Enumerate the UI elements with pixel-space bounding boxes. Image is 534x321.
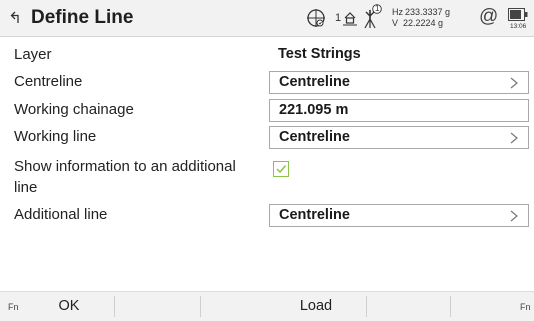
chevron-right-icon bbox=[510, 210, 518, 222]
working-chainage-input[interactable]: 221.095 m bbox=[269, 99, 529, 122]
working-chainage-value: 221.095 m bbox=[279, 102, 349, 118]
fn-left-key[interactable]: Fn bbox=[8, 302, 19, 312]
page-title: Define Line bbox=[31, 7, 134, 28]
fn-right-key[interactable]: Fn bbox=[520, 302, 531, 312]
target-number: 1 bbox=[335, 12, 342, 24]
centreline-select[interactable]: Centreline bbox=[269, 71, 529, 94]
show-info-label-line2: line bbox=[14, 179, 38, 196]
centreline-value: Centreline bbox=[279, 74, 350, 90]
hz-value: 233.3337 g bbox=[405, 7, 451, 17]
additional-line-select[interactable]: Centreline bbox=[269, 204, 529, 227]
working-line-value: Centreline bbox=[279, 129, 350, 145]
ok-button[interactable]: OK bbox=[24, 292, 114, 321]
checkmark-icon bbox=[276, 165, 287, 174]
softkey-divider bbox=[366, 296, 367, 317]
hz-label: Hz bbox=[392, 7, 403, 17]
show-info-label-line1: Show information to an additional bbox=[14, 158, 236, 175]
target-icon[interactable] bbox=[343, 10, 357, 26]
centreline-label: Centreline bbox=[14, 73, 83, 90]
layer-label: Layer bbox=[14, 46, 52, 63]
crosshair-icon[interactable] bbox=[305, 8, 327, 28]
additional-line-value: Centreline bbox=[279, 207, 350, 223]
softkey-divider bbox=[200, 296, 201, 317]
working-line-select[interactable]: Centreline bbox=[269, 126, 529, 149]
at-icon[interactable]: @ bbox=[479, 7, 498, 27]
v-label: V bbox=[392, 18, 399, 28]
softkey-divider bbox=[114, 296, 115, 317]
v-value: 22.2224 g bbox=[403, 18, 444, 28]
prism-number: 1 bbox=[375, 4, 380, 13]
back-icon[interactable] bbox=[9, 9, 25, 25]
chevron-right-icon bbox=[510, 77, 518, 89]
working-line-label: Working line bbox=[14, 128, 97, 145]
softkey-bar: Fn OK Load Fn bbox=[0, 291, 534, 321]
title-bar: Define Line 1 1 Hz 233.3337 g V 22.2224 … bbox=[0, 0, 534, 37]
softkey-divider bbox=[450, 296, 451, 317]
show-info-checkbox[interactable] bbox=[273, 161, 289, 177]
battery-time: 13:06 bbox=[510, 23, 527, 30]
chevron-right-icon bbox=[510, 132, 518, 144]
additional-line-label: Additional line bbox=[14, 206, 108, 223]
battery-icon bbox=[508, 8, 528, 21]
layer-value: Test Strings bbox=[278, 46, 361, 62]
working-chainage-label: Working chainage bbox=[14, 101, 134, 118]
load-button[interactable]: Load bbox=[271, 292, 361, 321]
